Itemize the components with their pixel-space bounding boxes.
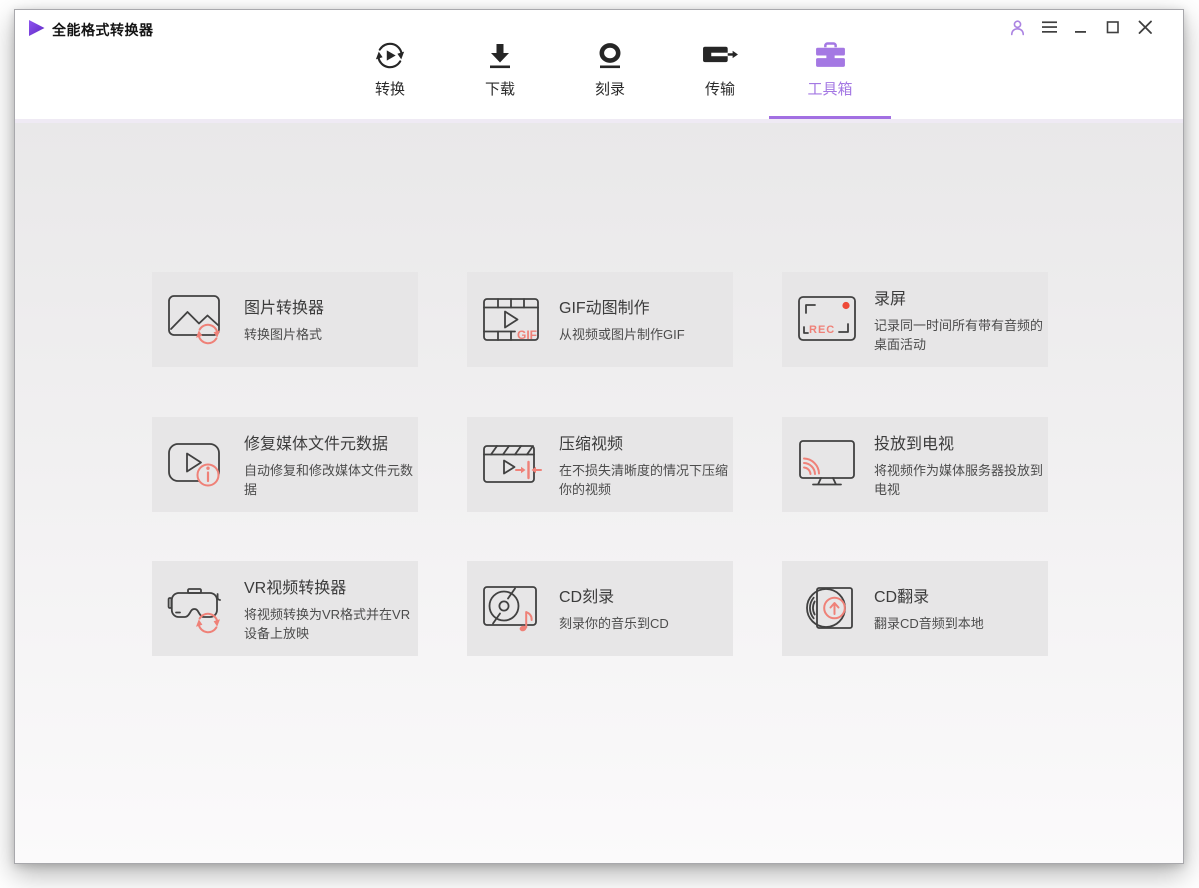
burn-icon <box>596 38 624 72</box>
account-icon[interactable] <box>1007 18 1027 36</box>
transfer-icon <box>702 38 739 72</box>
svg-text:GIF: GIF <box>517 328 537 342</box>
card-subtitle: 自动修复和修改媒体文件元数 据 <box>244 462 414 498</box>
image-converter-icon <box>168 294 221 344</box>
tab-burn[interactable]: 刻录 <box>555 38 665 99</box>
close-icon[interactable] <box>1135 18 1155 36</box>
card-subtitle: 从视频或图片制作GIF <box>559 327 685 343</box>
minimize-icon[interactable] <box>1071 18 1091 36</box>
vr-converter-icon <box>167 587 221 633</box>
card-title: VR视频转换器 <box>244 579 347 597</box>
tool-card-vr-converter[interactable]: VR视频转换器 将视频转换为VR格式并在VR 设备上放映 <box>152 561 418 656</box>
card-subtitle: 刻录你的音乐到CD <box>559 616 669 632</box>
card-title: 图片转换器 <box>244 300 325 318</box>
tool-card-cd-burner[interactable]: CD刻录 刻录你的音乐到CD <box>467 561 733 656</box>
card-title: 录屏 <box>874 290 907 308</box>
tab-transfer[interactable]: 传输 <box>665 38 775 99</box>
tab-download[interactable]: 下载 <box>445 38 555 99</box>
maximize-icon[interactable] <box>1103 18 1123 36</box>
tool-card-screen-recorder[interactable]: REC 录屏 记录同一时间所有带有音频的 桌面活动 <box>782 272 1048 367</box>
card-subtitle: 记录同一时间所有带有音频的 桌面活动 <box>874 317 1044 353</box>
app-window: 全能格式转换器 转换 下载 刻录 传输 工具箱 图片转换器 转换图片格式 GIF… <box>14 9 1184 864</box>
tab-transfer-label: 传输 <box>704 81 735 98</box>
card-title: 压缩视频 <box>559 435 624 453</box>
svg-text:REC: REC <box>809 324 835 336</box>
card-subtitle: 转换图片格式 <box>244 327 323 343</box>
card-subtitle: 将视频作为媒体服务器投放到 电视 <box>874 462 1044 498</box>
tab-convert-label: 转换 <box>374 81 405 98</box>
video-compressor-icon <box>483 444 542 483</box>
tool-card-video-compressor[interactable]: 压缩视频 在不损失清晰度的情况下压缩 你的视频 <box>467 417 733 512</box>
toolbox-icon <box>814 38 847 72</box>
cd-ripper-icon <box>806 586 853 629</box>
tool-card-image-converter[interactable]: 图片转换器 转换图片格式 <box>152 272 418 367</box>
card-title: CD刻录 <box>559 589 615 607</box>
menu-icon[interactable] <box>1039 18 1059 36</box>
window-controls <box>1007 18 1155 36</box>
app-logo-icon <box>28 19 46 42</box>
card-subtitle: 在不损失清晰度的情况下压缩 你的视频 <box>559 462 729 498</box>
cast-to-tv-icon <box>799 439 855 485</box>
tool-card-gif-maker[interactable]: GIF GIF动图制作 从视频或图片制作GIF <box>467 272 733 367</box>
fix-metadata-icon <box>168 442 220 486</box>
header: 全能格式转换器 转换 下载 刻录 传输 工具箱 <box>15 10 1183 119</box>
card-title: GIF动图制作 <box>559 300 650 318</box>
gif-maker-icon: GIF <box>483 297 539 342</box>
tab-convert[interactable]: 转换 <box>335 38 445 99</box>
tool-card-cast-to-tv[interactable]: 投放到电视 将视频作为媒体服务器投放到 电视 <box>782 417 1048 512</box>
convert-icon <box>375 38 405 72</box>
tab-download-label: 下载 <box>484 81 515 98</box>
tool-card-cd-ripper[interactable]: CD翻录 翻录CD音频到本地 <box>782 561 1048 656</box>
tool-card-fix-metadata[interactable]: 修复媒体文件元数据 自动修复和修改媒体文件元数 据 <box>152 417 418 512</box>
toolbox-panel: 图片转换器 转换图片格式 GIF GIF动图制作 从视频或图片制作GIF REC… <box>15 123 1183 863</box>
tab-toolbox-label: 工具箱 <box>807 81 853 98</box>
screen-recorder-icon: REC <box>798 295 856 341</box>
tab-toolbox[interactable]: 工具箱 <box>769 38 891 119</box>
tab-burn-label: 刻录 <box>594 81 625 98</box>
main-nav: 转换 下载 刻录 传输 工具箱 <box>335 38 891 119</box>
card-title: CD翻录 <box>874 589 930 607</box>
card-title: 投放到电视 <box>874 435 955 453</box>
cd-burner-icon <box>483 585 537 631</box>
card-subtitle: 翻录CD音频到本地 <box>874 616 984 632</box>
card-subtitle: 将视频转换为VR格式并在VR 设备上放映 <box>244 606 411 642</box>
download-icon <box>486 38 514 72</box>
app-title: 全能格式转换器 <box>52 22 154 38</box>
card-title: 修复媒体文件元数据 <box>244 435 389 453</box>
